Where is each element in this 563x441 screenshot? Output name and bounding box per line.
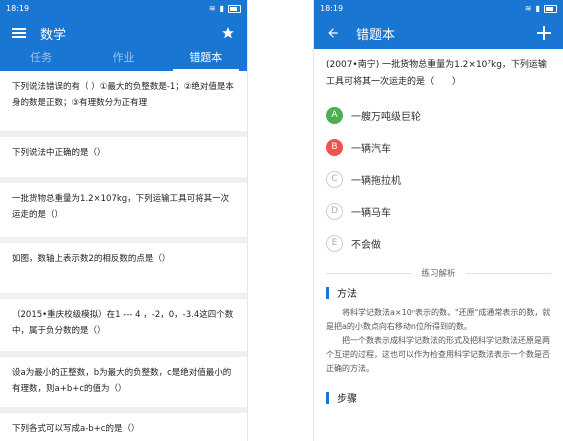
wifi-icon: ≋ bbox=[208, 4, 216, 13]
divider-label: 练习解析 bbox=[421, 269, 456, 279]
list-item[interactable]: 设a为最小的正整数，b为最大的负整数，c是绝对值最小的有理数，则a+b+c的值为… bbox=[0, 357, 247, 407]
option-letter: D bbox=[326, 202, 343, 220]
option-letter: A bbox=[326, 106, 343, 124]
status-time: 18:19 bbox=[320, 4, 344, 13]
star-icon[interactable] bbox=[219, 24, 237, 42]
status-icons: ≋ ▮ bbox=[209, 4, 241, 13]
status-bar: 18:19 ≋ ▮ bbox=[314, 0, 563, 17]
method-body: 将科学记数法a×10ⁿ表示的数，"还原"成通常表示的数，就是把a的小数点向右移动… bbox=[326, 306, 551, 376]
tab-bar: 任务 作业 错题本 bbox=[0, 49, 247, 71]
method-heading: 方法 bbox=[326, 285, 551, 300]
list-item[interactable]: 如图，数轴上表示数2的相反数的点是（） bbox=[0, 243, 247, 293]
option-text: 不会做 bbox=[351, 239, 381, 251]
list-item[interactable]: 下列说法中正确的是（） bbox=[0, 137, 247, 177]
tab-tasks[interactable]: 任务 bbox=[0, 49, 82, 71]
page-title: 数学 bbox=[40, 27, 67, 43]
menu-icon[interactable] bbox=[10, 24, 28, 42]
option-d[interactable]: D 一辆马车 bbox=[326, 195, 551, 227]
status-time: 18:19 bbox=[6, 4, 30, 13]
signal-icon: ▮ bbox=[535, 4, 540, 13]
steps-title: 步骤 bbox=[337, 394, 357, 405]
app-bar: 数学 bbox=[0, 17, 247, 49]
page-title: 错题本 bbox=[356, 27, 396, 43]
battery-icon bbox=[544, 4, 557, 13]
option-letter: B bbox=[326, 138, 343, 156]
method-title: 方法 bbox=[337, 289, 357, 300]
list-item[interactable]: （2015•重庆校级模拟）在1 --- 4 ，-2，0，-3.4这四个数中，属于… bbox=[0, 299, 247, 351]
analysis-divider: 练习解析 bbox=[326, 267, 552, 279]
signal-icon: ▮ bbox=[219, 4, 224, 13]
question-text: (2007•南宁) 一批货物总重量为1.2×10⁷kg，下列运输工具可将其一次运… bbox=[326, 60, 547, 87]
option-b[interactable]: B 一辆汽车 bbox=[326, 131, 551, 163]
right-screen: 18:19 ≋ ▮ 错题本 (2007•南宁) 一批货物总重量为1.2×10⁷k… bbox=[314, 0, 563, 441]
left-screen: 18:19 ≋ ▮ 数学 任务 作业 错题本 下列说法错误的有（ ）①最大的负整… bbox=[0, 0, 247, 441]
app-bar: 错题本 bbox=[314, 17, 563, 49]
option-list: A 一艘万吨级巨轮 B 一辆汽车 C 一辆拖拉机 D 一辆马车 E 不会做 bbox=[326, 99, 551, 259]
back-arrow-icon[interactable] bbox=[324, 24, 342, 42]
list-item[interactable]: 下列各式可以写成a-b+c的是（） bbox=[0, 413, 247, 441]
tab-mistakes[interactable]: 错题本 bbox=[165, 49, 247, 71]
option-text: 一辆汽车 bbox=[351, 143, 391, 155]
add-icon[interactable] bbox=[535, 24, 553, 42]
option-letter: E bbox=[326, 234, 343, 252]
option-a[interactable]: A 一艘万吨级巨轮 bbox=[326, 99, 551, 131]
option-c[interactable]: C 一辆拖拉机 bbox=[326, 163, 551, 195]
wifi-icon: ≋ bbox=[524, 4, 532, 13]
battery-icon bbox=[228, 4, 241, 13]
option-text: 一辆马车 bbox=[351, 207, 391, 219]
method-paragraph: 将科学记数法a×10ⁿ表示的数，"还原"成通常表示的数，就是把a的小数点向右移动… bbox=[326, 308, 551, 331]
question-detail: (2007•南宁) 一批货物总重量为1.2×10⁷kg，下列运输工具可将其一次运… bbox=[314, 49, 563, 405]
option-letter: C bbox=[326, 170, 343, 188]
question-list: 下列说法错误的有（ ）①最大的负整数是-1；②绝对值是本身的数是正数；③有理数分… bbox=[0, 71, 247, 441]
tab-homework[interactable]: 作业 bbox=[82, 49, 164, 71]
method-paragraph: 把一个数表示成科学记数法的形式及把科学记数法还原是两个互逆的过程，这也可以作为检… bbox=[326, 336, 550, 373]
list-item[interactable]: 一批货物总重量为1.2×107kg，下列运输工具可将其一次运走的是（） bbox=[0, 183, 247, 237]
option-text: 一艘万吨级巨轮 bbox=[351, 111, 421, 123]
option-text: 一辆拖拉机 bbox=[351, 175, 401, 187]
list-item[interactable]: 下列说法错误的有（ ）①最大的负整数是-1；②绝对值是本身的数是正数；③有理数分… bbox=[0, 71, 247, 131]
status-bar: 18:19 ≋ ▮ bbox=[0, 0, 247, 17]
steps-heading: 步骤 bbox=[326, 390, 551, 405]
status-icons: ≋ ▮ bbox=[525, 4, 557, 13]
option-e[interactable]: E 不会做 bbox=[326, 227, 551, 259]
